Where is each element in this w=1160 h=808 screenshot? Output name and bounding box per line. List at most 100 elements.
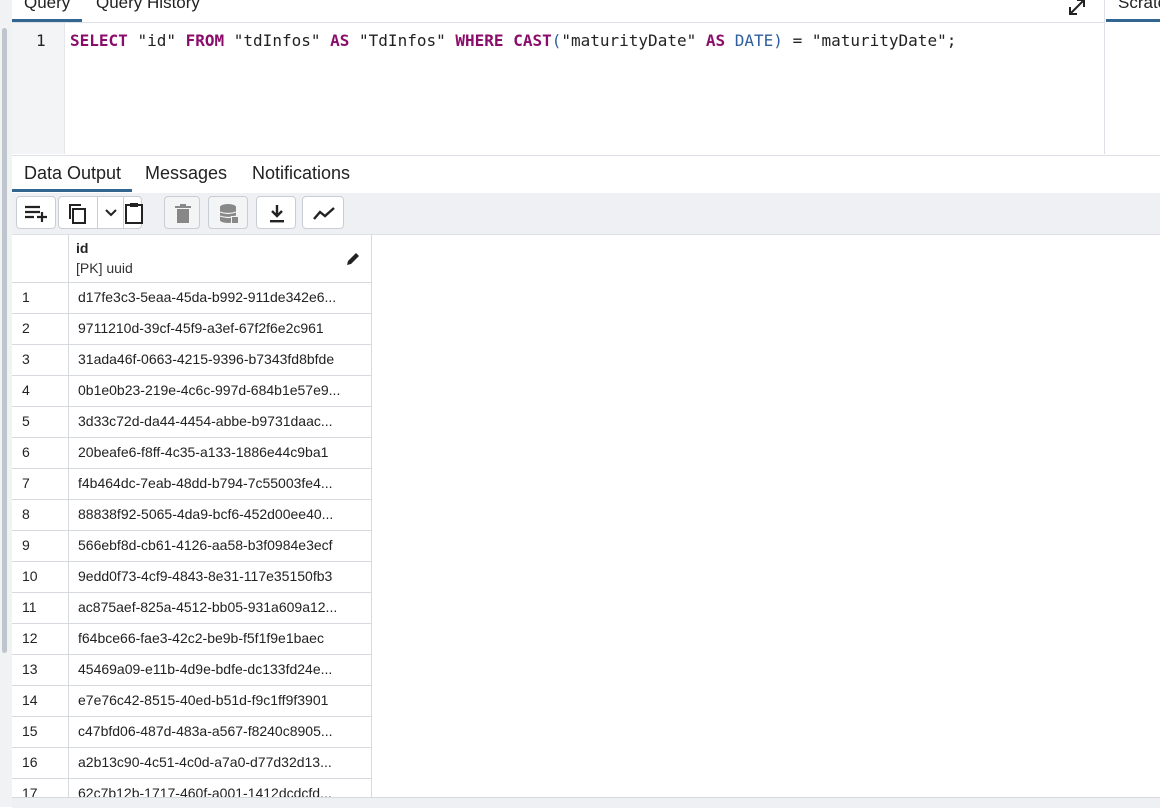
id-cell[interactable]: 9edd0f73-4cf9-4843-8e31-117e35150fb3 — [78, 568, 366, 584]
data-grid[interactable]: id [PK] uuid 1 d17fe3c3-5eaa-45da-b992-91… — [12, 235, 372, 807]
id-cell[interactable]: 3d33c72d-da44-4454-abbe-b9731daac... — [78, 413, 366, 429]
row-number: 15 — [22, 723, 38, 739]
pencil-icon[interactable] — [345, 251, 361, 267]
delete-button[interactable] — [164, 196, 200, 229]
table-row[interactable]: 6 20beafe6-f8ff-4c35-a133-1886e44c9ba1 — [12, 438, 372, 469]
id-cell[interactable]: 20beafe6-f8ff-4c35-a133-1886e44c9ba1 — [78, 444, 366, 460]
expand-icon[interactable] — [1066, 0, 1088, 18]
download-button[interactable] — [256, 196, 296, 229]
tab-scratch-pad[interactable]: Scratch — [1118, 0, 1160, 13]
table-row[interactable]: 14 e7e76c42-8515-40ed-b51d-f9c1ff9f3901 — [12, 686, 372, 717]
download-icon — [270, 205, 284, 223]
row-number-header[interactable] — [12, 235, 69, 282]
chevron-down-icon[interactable] — [104, 207, 118, 219]
id-cell[interactable]: a2b13c90-4c51-4c0d-a7a0-d77d32d13... — [78, 754, 366, 770]
row-number: 5 — [22, 413, 30, 429]
row-number-cell[interactable]: 6 — [12, 438, 69, 468]
left-scroll-edge[interactable] — [0, 0, 12, 807]
id-cell[interactable]: 566ebf8d-cb61-4126-aa58-b3f0984e3ecf — [78, 537, 366, 553]
sql-keyword: CAST — [513, 31, 552, 50]
sql-keyword: AS — [330, 31, 350, 50]
table-row[interactable]: 9 566ebf8d-cb61-4126-aa58-b3f0984e3ecf — [12, 531, 372, 562]
tab-query[interactable]: Query — [24, 0, 70, 13]
row-number-cell[interactable]: 5 — [12, 407, 69, 437]
panel-divider[interactable] — [1104, 0, 1105, 154]
row-number-cell[interactable]: 15 — [12, 717, 69, 747]
id-cell[interactable]: 31ada46f-0663-4215-9396-b7343fd8bfde — [78, 351, 366, 367]
row-number: 11 — [22, 599, 37, 615]
table-row[interactable]: 7 f4b464dc-7eab-48dd-b794-7c55003fe4... — [12, 469, 372, 500]
active-result-tab-indicator — [12, 189, 132, 192]
row-number-cell[interactable]: 1 — [12, 283, 69, 313]
row-number-cell[interactable]: 12 — [12, 624, 69, 654]
row-number-cell[interactable]: 10 — [12, 562, 69, 592]
sql-keyword: FROM — [185, 31, 225, 50]
table-row[interactable]: 1 d17fe3c3-5eaa-45da-b992-911de342e6... — [12, 283, 372, 314]
table-row[interactable]: 15 c47bfd06-487d-483a-a567-f8240c8905... — [12, 717, 372, 748]
id-cell[interactable]: c47bfd06-487d-483a-a567-f8240c8905... — [78, 723, 366, 739]
id-cell[interactable]: f64bce66-fae3-42c2-be9b-f5f1f9e1baec — [78, 630, 366, 646]
sql-type-token: ) — [773, 31, 783, 50]
row-number: 16 — [22, 754, 38, 770]
row-number-cell[interactable]: 13 — [12, 655, 69, 685]
table-row[interactable]: 10 9edd0f73-4cf9-4843-8e31-117e35150fb3 — [12, 562, 372, 593]
sql-keyword: AS — [705, 31, 726, 50]
sql-editor[interactable]: 1 SELECT "id" FROM "tdInfos" AS "TdInfos… — [12, 23, 1104, 154]
add-row-icon — [25, 205, 47, 222]
id-cell[interactable]: 45469a09-e11b-4d9e-bdfe-dc133fd24e... — [78, 661, 366, 677]
table-row[interactable]: 13 45469a09-e11b-4d9e-bdfe-dc133fd24e... — [12, 655, 372, 686]
row-number-cell[interactable]: 14 — [12, 686, 69, 716]
table-row[interactable]: 8 88838f92-5065-4da9-bcf6-452d00ee40... — [12, 500, 372, 531]
row-number: 8 — [22, 506, 30, 522]
table-row[interactable]: 4 0b1e0b23-219e-4c6c-997d-684b1e57e9... — [12, 376, 372, 407]
id-cell[interactable]: 9711210d-39cf-45f9-a3ef-67f2f6e2c961 — [78, 320, 366, 336]
result-tab-strip: Data Output Messages Notifications — [12, 155, 1160, 194]
row-number-cell[interactable]: 7 — [12, 469, 69, 499]
id-cell[interactable]: e7e76c42-8515-40ed-b51d-f9c1ff9f3901 — [78, 692, 366, 708]
sql-token: ; — [946, 31, 957, 50]
table-row[interactable]: 2 9711210d-39cf-45f9-a3ef-67f2f6e2c961 — [12, 314, 372, 345]
tab-messages[interactable]: Messages — [145, 163, 227, 184]
table-row[interactable]: 12 f64bce66-fae3-42c2-be9b-f5f1f9e1baec — [12, 624, 372, 655]
table-row[interactable]: 3 31ada46f-0663-4215-9396-b7343fd8bfde — [12, 345, 372, 376]
row-number-cell[interactable]: 9 — [12, 531, 69, 561]
line-number-gutter: 1 — [12, 23, 65, 154]
row-number-cell[interactable]: 2 — [12, 314, 69, 344]
tab-query-history[interactable]: Query History — [96, 0, 200, 13]
paste-icon[interactable] — [125, 202, 143, 224]
row-number-cell[interactable]: 3 — [12, 345, 69, 375]
id-cell[interactable]: ac875aef-825a-4512-bb05-931a609a12... — [78, 599, 366, 615]
sql-token: "tdInfos" — [233, 31, 321, 50]
status-strip — [12, 797, 1160, 808]
table-row[interactable]: 11 ac875aef-825a-4512-bb05-931a609a12... — [12, 593, 372, 624]
sql-code-line[interactable]: SELECT "id" FROM "tdInfos" AS "TdInfos" … — [70, 31, 956, 50]
line-number: 1 — [36, 31, 46, 50]
row-number: 7 — [22, 475, 30, 491]
table-row[interactable]: 16 a2b13c90-4c51-4c0d-a7a0-d77d32d13... — [12, 748, 372, 779]
tab-data-output[interactable]: Data Output — [24, 163, 121, 184]
id-cell[interactable]: d17fe3c3-5eaa-45da-b992-911de342e6... — [78, 289, 366, 305]
column-name[interactable]: id — [76, 240, 88, 256]
row-number: 3 — [22, 351, 30, 367]
id-cell[interactable]: 0b1e0b23-219e-4c6c-997d-684b1e57e9... — [78, 382, 366, 398]
copy-button-group[interactable] — [58, 196, 143, 229]
row-number-cell[interactable]: 8 — [12, 500, 69, 530]
graph-visualiser-button[interactable] — [302, 196, 344, 229]
add-row-button[interactable] — [16, 196, 56, 229]
save-data-button[interactable] — [208, 196, 248, 229]
table-row[interactable]: 5 3d33c72d-da44-4454-abbe-b9731daac... — [12, 407, 372, 438]
column-type: [PK] uuid — [76, 260, 133, 276]
active-tab-indicator — [12, 19, 82, 22]
vertical-scrollbar[interactable] — [2, 28, 7, 653]
id-cell[interactable]: f4b464dc-7eab-48dd-b794-7c55003fe4... — [78, 475, 366, 491]
id-cell[interactable]: 88838f92-5065-4da9-bcf6-452d00ee40... — [78, 506, 366, 522]
row-number: 4 — [22, 382, 30, 398]
row-number: 9 — [22, 537, 30, 553]
tab-notifications[interactable]: Notifications — [252, 163, 350, 184]
row-number-cell[interactable]: 16 — [12, 748, 69, 778]
row-number-cell[interactable]: 4 — [12, 376, 69, 406]
row-number-cell[interactable]: 11 — [12, 593, 69, 623]
